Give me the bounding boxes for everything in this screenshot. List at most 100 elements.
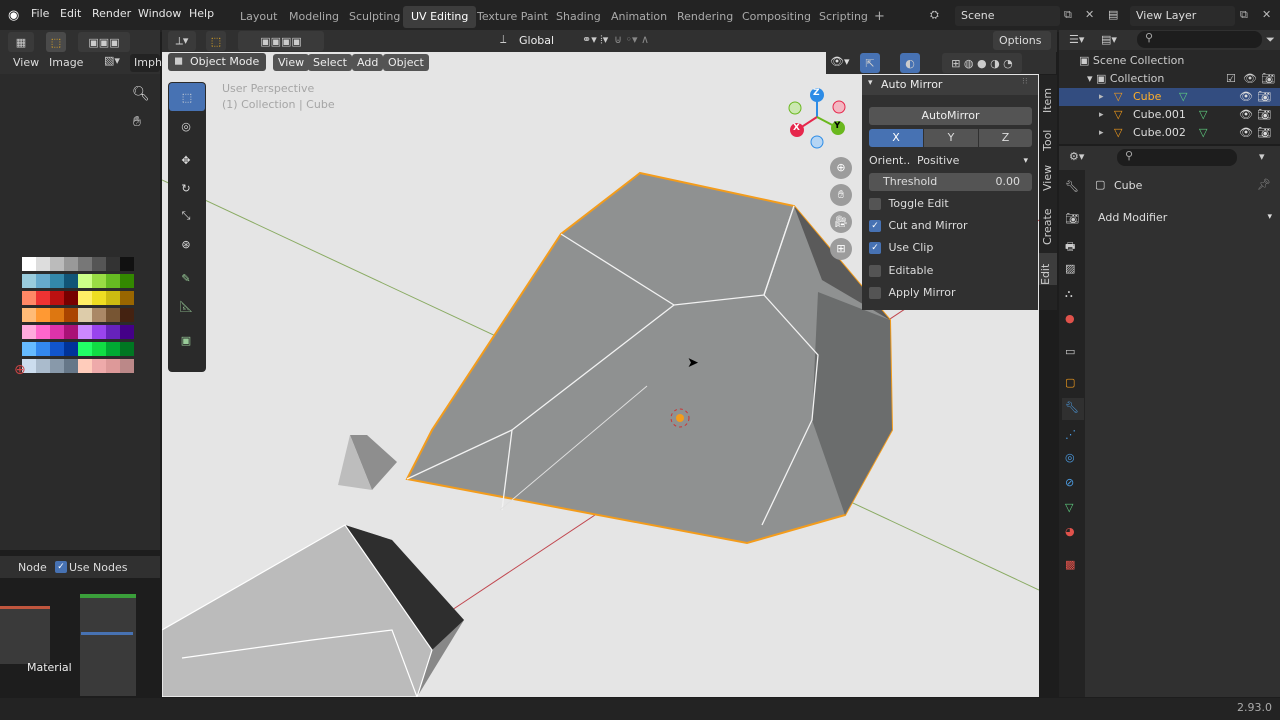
tab-tool[interactable]: Tool [1041,125,1054,151]
viewport-object-menu[interactable]: Object [383,54,429,71]
transform-orientation[interactable]: Global [519,34,554,47]
properties-options-icon[interactable]: ▾ [1259,150,1265,163]
cursor-icon[interactable]: ◎ [168,112,204,140]
threshold-field[interactable]: Threshold 0.00 [869,173,1032,191]
image-editor[interactable]: ▦ ⬚ ▣▣▣ View Image ▧▾ Imph 🔍︎ ✋︎ ⊕ [0,30,162,550]
image-browse-icon[interactable]: ▧▾ [104,54,120,67]
orientation-dropdown[interactable]: Positive ▾ [911,152,1032,170]
editor-type-icon-viewport[interactable]: ⟂▾ [168,31,196,51]
automirror-button[interactable]: AutoMirror [869,107,1032,125]
menu-window[interactable]: Window [138,7,181,20]
object-tab-icon[interactable]: ▢ [1065,376,1075,389]
texture-node[interactable] [0,606,50,664]
apply-mirror-option[interactable]: Apply Mirror [869,286,955,299]
tab-animation[interactable]: Animation [603,6,675,28]
particles-tab-icon[interactable]: ⋰ [1065,428,1076,441]
world-tab-icon[interactable]: ● [1065,312,1075,325]
physics-tab-icon[interactable]: ◎ [1065,451,1075,464]
constraints-tab-icon[interactable]: ⊘ [1065,476,1074,489]
gizmo-toggle-icon[interactable]: ⇱ [860,53,880,73]
editor-type-icon[interactable]: ▦ [8,32,34,52]
scene-tab-icon[interactable]: ⛬ [1065,287,1073,301]
add-modifier-dropdown[interactable]: Add Modifier ▾ [1091,208,1274,227]
viewport-add-menu[interactable]: Add [352,54,384,71]
zoom-icon-viewport[interactable]: ⊕ [830,157,852,179]
expand-arrow-icon[interactable]: ▸ [1099,124,1104,142]
outliner-item-cube[interactable]: ▸ ▽ Cube ▽ 👁︎ 📷︎ [1059,88,1280,106]
auto-mirror-header[interactable]: ▾ Auto Mirror ⁝⁝ [862,75,1038,95]
expand-arrow-icon[interactable]: ▸ [1099,106,1104,124]
cube-camera-icon[interactable]: 📷︎ [1257,88,1271,106]
copy-scene-icon[interactable]: ⧉ [1064,8,1072,22]
tab-create[interactable]: Create [1041,205,1054,245]
camera-icon[interactable]: 🎥︎ [830,211,852,233]
pivot-icon[interactable]: ⚭▾ ⦙▾ [582,33,608,47]
2d-cursor-icon[interactable]: ⊕ [14,362,26,378]
scene-collection-row[interactable]: ▣ Scene Collection [1079,52,1184,70]
material-tab-icon[interactable]: ◕ [1065,525,1075,538]
move-icon[interactable]: ✥ [168,146,204,174]
cube-002-eye-icon[interactable]: 👁︎ [1239,124,1253,142]
tool-tab-icon[interactable]: 🔧︎ [1065,180,1079,193]
scene-icon[interactable]: ⛭ [930,8,939,22]
editable-checkbox[interactable] [869,265,881,277]
cube-002-camera-icon[interactable]: 📷︎ [1257,124,1271,142]
texture-tab-icon[interactable]: ▩ [1065,558,1075,571]
view-layer-field[interactable]: View Layer [1130,6,1235,26]
outliner-item-cube-001[interactable]: ▸ ▽ Cube.001 ▽ 👁︎ 📷︎ [1059,106,1280,124]
view-layer-tab-icon[interactable]: ▨ [1065,262,1075,275]
object-mode-dropdown[interactable]: ◼ Object Mode [168,53,266,71]
outliner-item-cube-002[interactable]: ▸ ▽ Cube.002 ▽ 👁︎ 📷︎ [1059,124,1280,142]
tab-texture-paint[interactable]: Texture Paint [469,6,556,28]
menu-image[interactable]: Image [49,56,83,69]
copy-view-layer-icon[interactable]: ⧉ [1240,8,1248,22]
tab-edit[interactable]: Edit [1039,253,1057,285]
tab-layout[interactable]: Layout [232,6,285,28]
outliner-search[interactable]: ⚲ [1137,31,1262,48]
cut-and-mirror-checkbox[interactable]: ✓ [869,220,881,232]
modifier-tab-icon[interactable]: 🔧︎ [1062,398,1084,420]
properties-search[interactable]: ⚲ [1117,149,1237,166]
cube-001-camera-icon[interactable]: 📷︎ [1257,106,1271,124]
tab-uv-editing[interactable]: UV Editing [403,6,477,28]
snap-icons[interactable]: ⊍ ◦▾ ∧ [614,33,649,46]
menu-file[interactable]: File [31,7,49,20]
add-cube-icon[interactable]: ▣ [168,326,204,354]
collection-checkbox-icon[interactable]: ☑ [1226,70,1236,88]
menu-render[interactable]: Render [92,7,131,20]
outliner-editor-icon[interactable]: ☰▾ [1069,33,1084,46]
use-clip-checkbox[interactable]: ✓ [869,242,881,254]
data-tab-icon[interactable]: ▽ [1065,501,1073,514]
drag-handle-icon[interactable]: ⁝⁝ [1022,77,1028,87]
editable-option[interactable]: Editable [869,264,933,277]
menu-view[interactable]: View [13,56,39,69]
cut-and-mirror-option[interactable]: ✓ Cut and Mirror [869,219,968,232]
tab-sculpting[interactable]: Sculpting [341,6,408,28]
select-tool-icon[interactable]: ⬚ [46,32,66,52]
remove-view-layer-icon[interactable]: ✕ [1262,8,1271,21]
pin-icon[interactable]: 📌︎ [1257,178,1271,191]
blender-logo-icon[interactable]: ◉ [8,8,24,24]
navigation-gizmo[interactable]: Z X Y [785,85,850,150]
select-mode-viewport-icons[interactable]: ▣▣▣▣ [238,31,324,51]
properties-editor-icon[interactable]: ⚙▾ [1069,150,1084,163]
scene-field[interactable]: Scene [955,6,1060,26]
menu-node[interactable]: Node [18,561,47,574]
select-tool-viewport-icon[interactable]: ⬚ [206,31,226,51]
tab-item[interactable]: Item [1041,83,1054,113]
apply-mirror-checkbox[interactable] [869,287,881,299]
toggle-edit-checkbox[interactable] [869,198,881,210]
select-mode-icons[interactable]: ▣▣▣ [78,32,130,52]
viewport-view-menu[interactable]: View [273,54,310,71]
rotate-icon[interactable]: ↻ [168,174,204,202]
scale-icon[interactable]: ⤡ [168,202,204,230]
tab-shading[interactable]: Shading [548,6,609,28]
principled-bsdf-node[interactable] [80,594,136,696]
cube-001-eye-icon[interactable]: 👁︎ [1239,106,1253,124]
pan-icon-viewport[interactable]: ✋︎ [830,184,852,206]
image-name-field[interactable]: Imph [130,54,162,72]
use-nodes-checkbox[interactable]: ✓ [55,561,67,573]
axis-y-toggle[interactable]: Y [924,129,978,147]
shader-editor[interactable]: Node ✓ Use Nodes Material [0,556,160,700]
select-box-icon[interactable]: ⬚ [169,83,205,111]
